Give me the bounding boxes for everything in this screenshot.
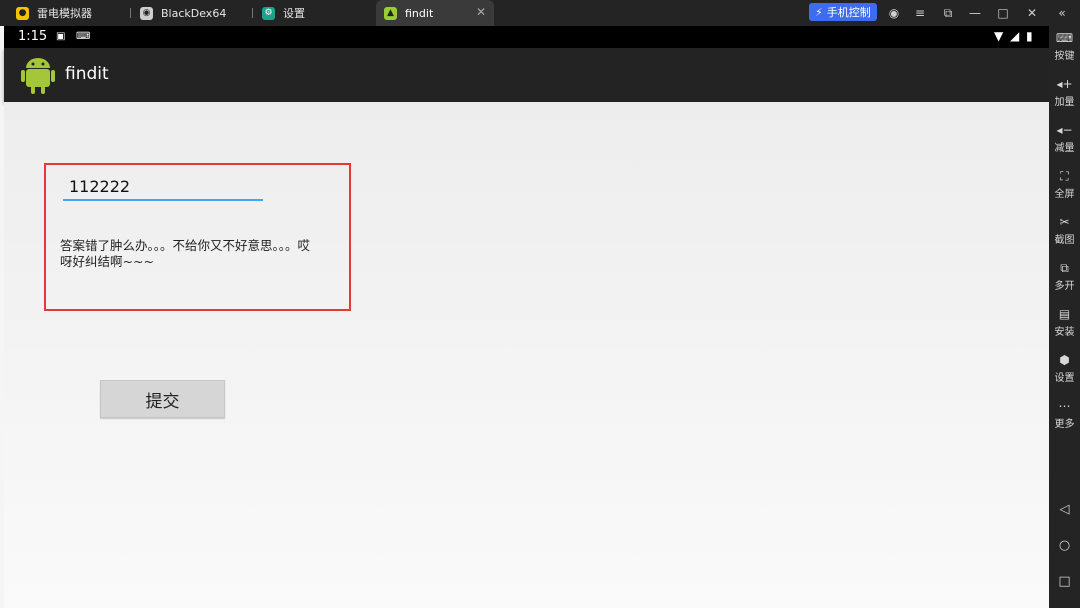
tab-label: 设置	[283, 7, 305, 20]
settings-app-icon: ⚙	[262, 6, 275, 20]
window-close-icon[interactable]: ✕	[1022, 3, 1042, 23]
sidebar-item-install[interactable]: ▤ 安装	[1049, 306, 1080, 338]
sidebar-item-settings[interactable]: ⬢ 设置	[1049, 352, 1080, 384]
sidebar-item-multi-instance[interactable]: ⧉ 多开	[1049, 260, 1080, 292]
tab-label: BlackDex64	[161, 6, 227, 20]
battery-icon: ▮	[1026, 29, 1033, 43]
minimize-icon[interactable]: —	[965, 3, 985, 23]
scissors-icon: ✂	[1059, 215, 1070, 229]
multi-instance-icon: ⧉	[1060, 261, 1069, 275]
sidebar-item-keys[interactable]: ⌨ 按键	[1049, 30, 1080, 62]
android-app-icon: ▲	[384, 6, 397, 20]
maximize-icon[interactable]: □	[993, 3, 1013, 23]
sidebar-item-label: 设置	[1054, 373, 1075, 384]
phone-control-button[interactable]: ⚡ 手机控制	[809, 3, 877, 21]
app-action-bar: findit	[4, 48, 1049, 102]
answer-input[interactable]	[63, 173, 263, 201]
tab-findit[interactable]: ▲ findit ✕	[376, 0, 494, 26]
highlight-box: 答案错了肿么办。。。不给你又不好意思。。。哎呀好纠结啊~~~	[44, 163, 351, 311]
emulator-sidebar: ⌨ 按键 ◂+ 加量 ◂− 减量 ⛶ 全屏 ✂ 截图 ⧉ 多开 ▤ 安装 ⬢ 设…	[1049, 26, 1080, 608]
menu-icon[interactable]: ≡	[910, 3, 930, 23]
keyboard-notification-icon: ⌨	[76, 31, 91, 42]
sidebar-item-volume-down[interactable]: ◂− 减量	[1049, 122, 1080, 154]
error-message: 答案错了肿么办。。。不给你又不好意思。。。哎呀好纠结啊~~~	[60, 238, 311, 269]
close-icon[interactable]: ✕	[476, 5, 486, 19]
home-icon[interactable]: ○	[1049, 538, 1080, 553]
submit-button[interactable]: 提交	[100, 380, 225, 418]
tab-divider	[252, 8, 253, 18]
wifi-icon: ▼	[994, 29, 1004, 43]
app-content: 答案错了肿么办。。。不给你又不好意思。。。哎呀好纠结啊~~~ 提交	[4, 102, 1049, 608]
sidebar-item-label: 多开	[1054, 281, 1075, 292]
sidebar-item-label: 更多	[1054, 419, 1075, 430]
volume-up-icon: ◂+	[1056, 77, 1073, 91]
signal-icon: ◢	[1010, 29, 1020, 43]
restore-icon[interactable]: ⧉	[938, 3, 958, 23]
volume-down-icon: ◂−	[1056, 123, 1073, 137]
sidebar-item-label: 截图	[1054, 235, 1075, 246]
android-status-bar: 1:15 ▣ ⌨ ▼ ◢ ▮	[4, 26, 1049, 48]
sidebar-item-label: 加量	[1054, 97, 1075, 108]
sidebar-item-label: 全屏	[1054, 189, 1075, 200]
phone-control-label: 手机控制	[826, 6, 871, 19]
keyboard-icon: ⌨	[1055, 31, 1074, 45]
android-robot-icon	[21, 58, 55, 94]
sidebar-item-more[interactable]: ⋯ 更多	[1049, 398, 1080, 430]
gear-icon: ⬢	[1059, 353, 1070, 367]
sidebar-item-screenshot[interactable]: ✂ 截图	[1049, 214, 1080, 246]
sidebar-item-label: 按键	[1054, 51, 1075, 62]
fullscreen-icon: ⛶	[1060, 169, 1069, 183]
tab-divider	[130, 8, 131, 18]
tab-settings[interactable]: ⚙ 设置	[262, 0, 305, 26]
collapse-sidebar-icon[interactable]: «	[1052, 3, 1072, 23]
tab-ldplayer[interactable]: ● 雷电模拟器	[16, 0, 92, 26]
sidebar-item-label: 减量	[1054, 143, 1075, 154]
recents-icon[interactable]: □	[1049, 574, 1080, 589]
blackdex-app-icon: ◉	[140, 6, 153, 20]
tab-label: findit	[405, 6, 434, 20]
status-time: 1:15	[18, 29, 48, 44]
account-icon[interactable]: ◉	[884, 3, 904, 23]
app-title: findit	[65, 64, 109, 84]
more-icon: ⋯	[1058, 399, 1071, 413]
emulator-tab-bar: ● 雷电模拟器 ◉ BlackDex64 ⚙ 设置 ▲ findit ✕ ⚡ 手…	[0, 0, 1080, 26]
tab-blackdex64[interactable]: ◉ BlackDex64	[140, 0, 226, 26]
install-icon: ▤	[1058, 307, 1071, 321]
sidebar-item-volume-up[interactable]: ◂+ 加量	[1049, 76, 1080, 108]
back-icon[interactable]: ◁	[1049, 502, 1080, 517]
notification-a-icon: ▣	[56, 31, 66, 42]
ldplayer-logo-icon: ●	[16, 6, 29, 20]
sidebar-item-fullscreen[interactable]: ⛶ 全屏	[1049, 168, 1080, 200]
lightning-icon: ⚡	[815, 5, 823, 19]
sidebar-item-label: 安装	[1054, 327, 1075, 338]
tab-label: 雷电模拟器	[37, 7, 92, 20]
